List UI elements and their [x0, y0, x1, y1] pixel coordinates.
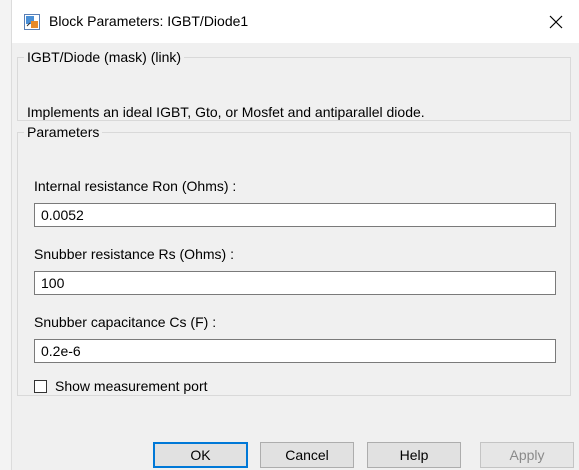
- apply-button[interactable]: Apply: [480, 442, 574, 468]
- cs-input[interactable]: [34, 339, 556, 363]
- cancel-button[interactable]: Cancel: [260, 442, 354, 468]
- show-measurement-port-row[interactable]: Show measurement port: [34, 378, 208, 394]
- ok-button[interactable]: OK: [153, 442, 248, 468]
- window-title: Block Parameters: IGBT/Diode1: [49, 13, 249, 29]
- rs-label: Snubber resistance Rs (Ohms) :: [34, 246, 234, 262]
- parameters-group-legend: Parameters: [27, 124, 100, 140]
- title-bar[interactable]: Block Parameters: IGBT/Diode1: [12, 0, 579, 43]
- ron-label: Internal resistance Ron (Ohms) :: [34, 178, 237, 194]
- background-window-edge: [0, 0, 12, 470]
- show-measurement-port-checkbox[interactable]: [34, 379, 47, 393]
- rs-input[interactable]: [34, 271, 556, 295]
- block-description: Implements an ideal IGBT, Gto, or Mosfet…: [27, 104, 425, 120]
- parameters-group: Parameters Internal resistance Ron (Ohms…: [17, 124, 571, 396]
- close-button[interactable]: [533, 0, 579, 43]
- show-measurement-port-label: Show measurement port: [55, 378, 208, 394]
- block-parameters-dialog: Block Parameters: IGBT/Diode1 IGBT/Diode…: [12, 0, 579, 470]
- description-group: IGBT/Diode (mask) (link) Implements an i…: [17, 49, 571, 121]
- close-icon: [549, 15, 563, 28]
- description-group-legend: IGBT/Diode (mask) (link): [27, 49, 182, 65]
- ron-input[interactable]: [34, 203, 556, 227]
- help-button[interactable]: Help: [367, 442, 461, 468]
- simulink-block-icon: [24, 14, 40, 30]
- cs-label: Snubber capacitance Cs (F) :: [34, 314, 217, 330]
